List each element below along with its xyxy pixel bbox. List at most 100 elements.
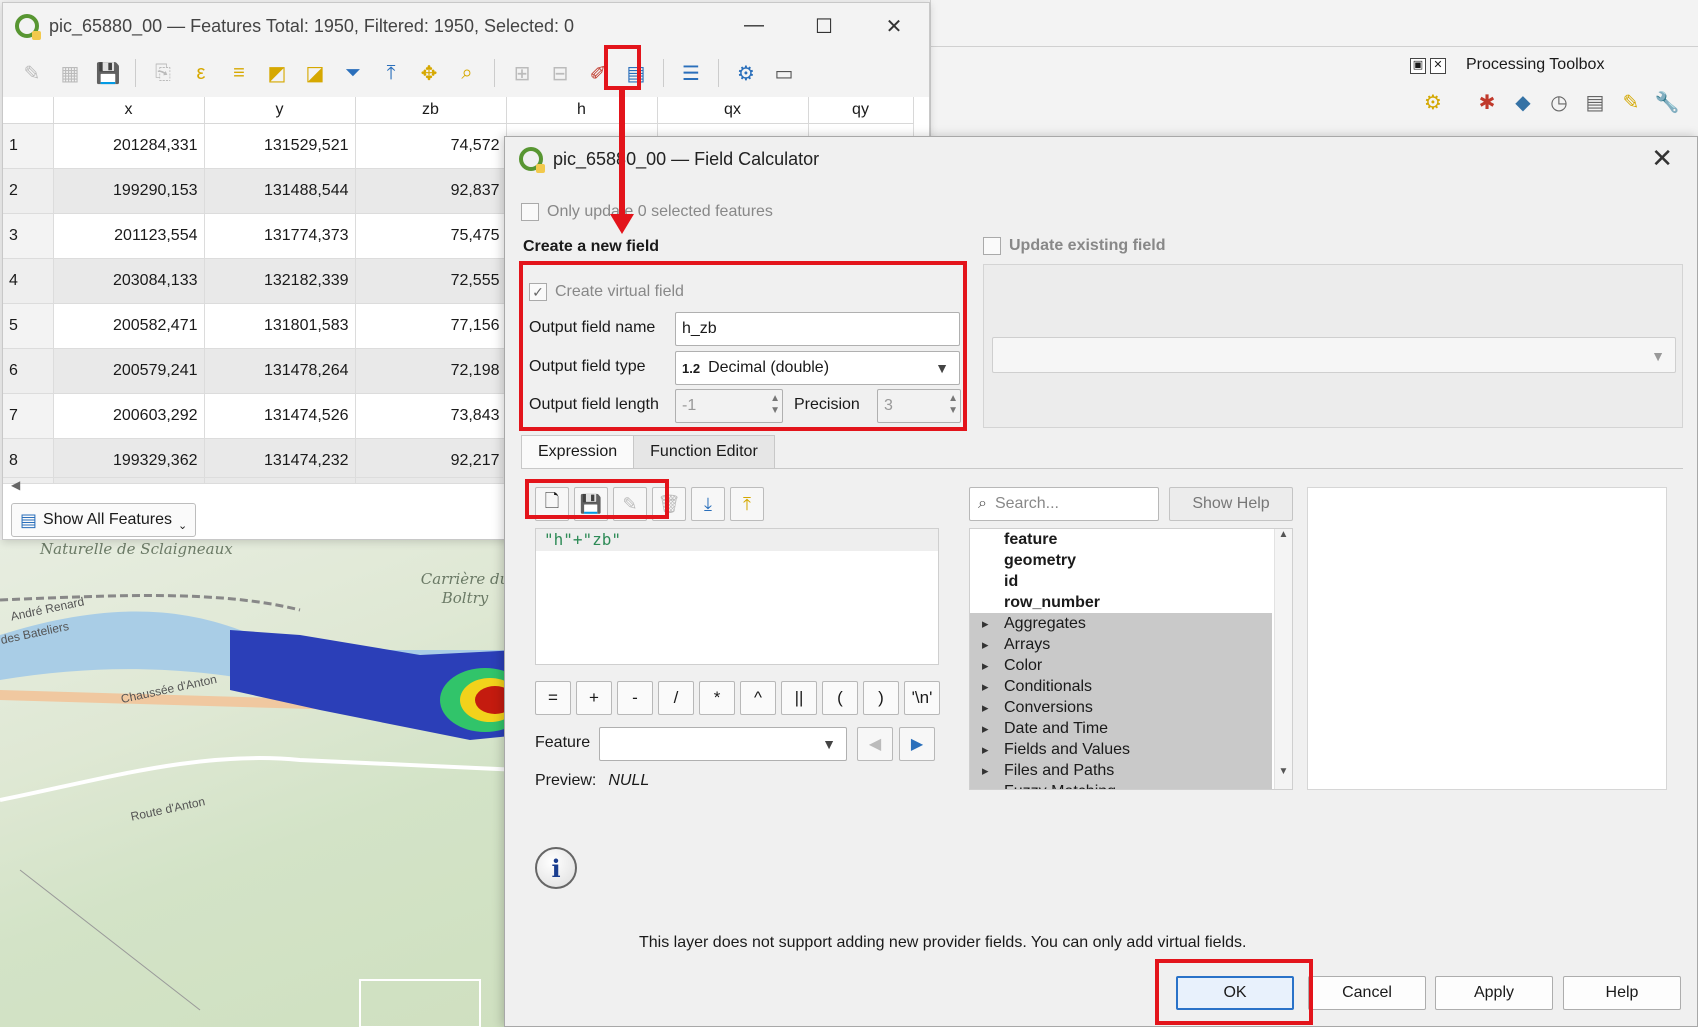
operator-newline-button[interactable]: '\n' bbox=[904, 681, 940, 715]
only-update-row[interactable]: Only update 0 selected features bbox=[521, 203, 773, 221]
list-item[interactable]: Fuzzy Matching bbox=[970, 781, 1272, 789]
cell-zb[interactable]: 73,843 bbox=[355, 393, 507, 439]
list-item[interactable]: feature bbox=[970, 529, 1292, 550]
function-list[interactable]: feature geometry id row_number Aggregate… bbox=[969, 528, 1293, 790]
copy-icon[interactable]: ⎘ bbox=[148, 58, 178, 88]
row-number[interactable]: 7 bbox=[3, 393, 54, 439]
list-item[interactable]: geometry bbox=[970, 550, 1292, 571]
column-header[interactable]: qx bbox=[657, 97, 809, 124]
history-icon[interactable]: ◷ bbox=[1546, 90, 1572, 116]
operator-divide-button[interactable]: / bbox=[658, 681, 694, 715]
operator-close-paren-button[interactable]: ) bbox=[863, 681, 899, 715]
cell-y[interactable]: 131478,264 bbox=[204, 348, 356, 394]
attribute-table-titlebar[interactable]: pic_65880_00 — Features Total: 1950, Fil… bbox=[3, 3, 929, 49]
cell-x[interactable]: 201123,554 bbox=[53, 213, 205, 259]
dialog-titlebar[interactable]: pic_65880_00 — Field Calculator bbox=[519, 147, 819, 173]
cell-x[interactable]: 200582,471 bbox=[53, 303, 205, 349]
gear-icon[interactable]: ⚙ bbox=[1420, 90, 1446, 116]
zoom-to-selection-icon[interactable]: ⌕ bbox=[452, 58, 482, 88]
tab-function-editor[interactable]: Function Editor bbox=[633, 435, 775, 469]
operator-equals-button[interactable]: = bbox=[535, 681, 571, 715]
pan-to-selection-icon[interactable]: ✥ bbox=[414, 58, 444, 88]
row-number[interactable]: 1 bbox=[3, 123, 54, 169]
cell-zb[interactable]: 72,555 bbox=[355, 258, 507, 304]
export-icon[interactable]: ⤒ bbox=[730, 487, 764, 521]
list-item[interactable]: id bbox=[970, 571, 1292, 592]
list-item[interactable]: Color bbox=[970, 655, 1272, 676]
cell-x[interactable]: 201284,331 bbox=[53, 123, 205, 169]
select-all-icon[interactable]: ≡ bbox=[224, 58, 254, 88]
show-all-features-button[interactable]: ▤ Show All Features ⌄ bbox=[11, 503, 197, 537]
delete-field-icon[interactable]: ⊟ bbox=[545, 58, 575, 88]
list-item[interactable]: Conversions bbox=[970, 697, 1272, 718]
column-header[interactable]: x bbox=[53, 97, 205, 124]
horizontal-scrollbar[interactable]: ◀ bbox=[3, 477, 503, 497]
column-header[interactable]: zb bbox=[355, 97, 507, 124]
column-header[interactable]: h bbox=[506, 97, 658, 124]
move-selection-top-icon[interactable]: ⤒ bbox=[376, 58, 406, 88]
save-edits-icon[interactable]: 💾 bbox=[93, 58, 123, 88]
column-header[interactable]: y bbox=[204, 97, 356, 124]
operator-open-paren-button[interactable]: ( bbox=[822, 681, 858, 715]
cell-y[interactable]: 132182,339 bbox=[204, 258, 356, 304]
row-number[interactable]: 5 bbox=[3, 303, 54, 349]
deselect-icon[interactable]: ◪ bbox=[300, 58, 330, 88]
map-canvas[interactable]: Naturelle de Sclaigneaux Carrière du Bol… bbox=[0, 540, 520, 1027]
toggle-editing-icon[interactable]: ✎ bbox=[17, 58, 47, 88]
list-item[interactable]: Files and Paths bbox=[970, 760, 1272, 781]
row-number[interactable]: 6 bbox=[3, 348, 54, 394]
row-header-corner[interactable] bbox=[3, 97, 54, 124]
previous-feature-button[interactable]: ◀ bbox=[857, 727, 893, 761]
cell-x[interactable]: 199290,153 bbox=[53, 168, 205, 214]
filter-icon[interactable]: ⏷ bbox=[338, 58, 368, 88]
cell-zb[interactable]: 92,837 bbox=[355, 168, 507, 214]
cell-zb[interactable]: 77,156 bbox=[355, 303, 507, 349]
select-expression-icon[interactable]: ε bbox=[186, 58, 216, 88]
cell-y[interactable]: 131774,373 bbox=[204, 213, 356, 259]
cell-x[interactable]: 200603,292 bbox=[53, 393, 205, 439]
row-number[interactable]: 2 bbox=[3, 168, 54, 214]
operator-multiply-button[interactable]: * bbox=[699, 681, 735, 715]
cell-y[interactable]: 131488,544 bbox=[204, 168, 356, 214]
function-search-input[interactable]: ⌕ Search... bbox=[969, 487, 1159, 521]
minimize-icon[interactable]: — bbox=[719, 14, 789, 39]
cell-x[interactable]: 200579,241 bbox=[53, 348, 205, 394]
operator-concat-button[interactable]: || bbox=[781, 681, 817, 715]
python-icon[interactable]: ◆ bbox=[1510, 90, 1536, 116]
expression-editor[interactable]: "h"+"zb" bbox=[535, 528, 939, 665]
cell-zb[interactable]: 74,572 bbox=[355, 123, 507, 169]
list-item[interactable]: Conditionals bbox=[970, 676, 1272, 697]
help-button[interactable]: Help bbox=[1563, 976, 1681, 1010]
next-feature-button[interactable]: ▶ bbox=[899, 727, 935, 761]
row-number[interactable]: 4 bbox=[3, 258, 54, 304]
column-header[interactable]: qy bbox=[808, 97, 914, 124]
apply-button[interactable]: Apply bbox=[1435, 976, 1553, 1010]
close-panel-icon[interactable]: ✕ bbox=[1430, 58, 1446, 74]
function-list-scrollbar[interactable]: ▲ ▼ bbox=[1274, 529, 1292, 789]
organize-columns-icon[interactable]: ☰ bbox=[676, 58, 706, 88]
list-item[interactable]: Arrays bbox=[970, 634, 1272, 655]
show-help-button[interactable]: Show Help bbox=[1169, 487, 1293, 521]
list-item[interactable]: Date and Time bbox=[970, 718, 1272, 739]
dock-icon[interactable]: ▭ bbox=[769, 58, 799, 88]
operator-plus-button[interactable]: + bbox=[576, 681, 612, 715]
results-icon[interactable]: ▤ bbox=[1582, 90, 1608, 116]
edit-icon[interactable]: ✎ bbox=[1618, 90, 1644, 116]
existing-field-select[interactable]: ▼ bbox=[992, 337, 1676, 373]
multi-edit-icon[interactable]: ▦ bbox=[55, 58, 85, 88]
close-icon[interactable]: ✕ bbox=[859, 14, 929, 39]
cell-y[interactable]: 131801,583 bbox=[204, 303, 356, 349]
cell-zb[interactable]: 72,198 bbox=[355, 348, 507, 394]
cell-y[interactable]: 131474,526 bbox=[204, 393, 356, 439]
operator-power-button[interactable]: ^ bbox=[740, 681, 776, 715]
cancel-button[interactable]: Cancel bbox=[1308, 976, 1426, 1010]
cell-y[interactable]: 131529,521 bbox=[204, 123, 356, 169]
update-existing-checkbox[interactable] bbox=[983, 237, 1001, 255]
close-icon[interactable]: ✕ bbox=[1651, 143, 1673, 174]
operator-minus-button[interactable]: - bbox=[617, 681, 653, 715]
row-number[interactable]: 3 bbox=[3, 213, 54, 259]
cell-zb[interactable]: 75,475 bbox=[355, 213, 507, 259]
invert-selection-icon[interactable]: ◩ bbox=[262, 58, 292, 88]
models-icon[interactable]: ✱ bbox=[1474, 90, 1500, 116]
list-item[interactable]: Fields and Values bbox=[970, 739, 1272, 760]
